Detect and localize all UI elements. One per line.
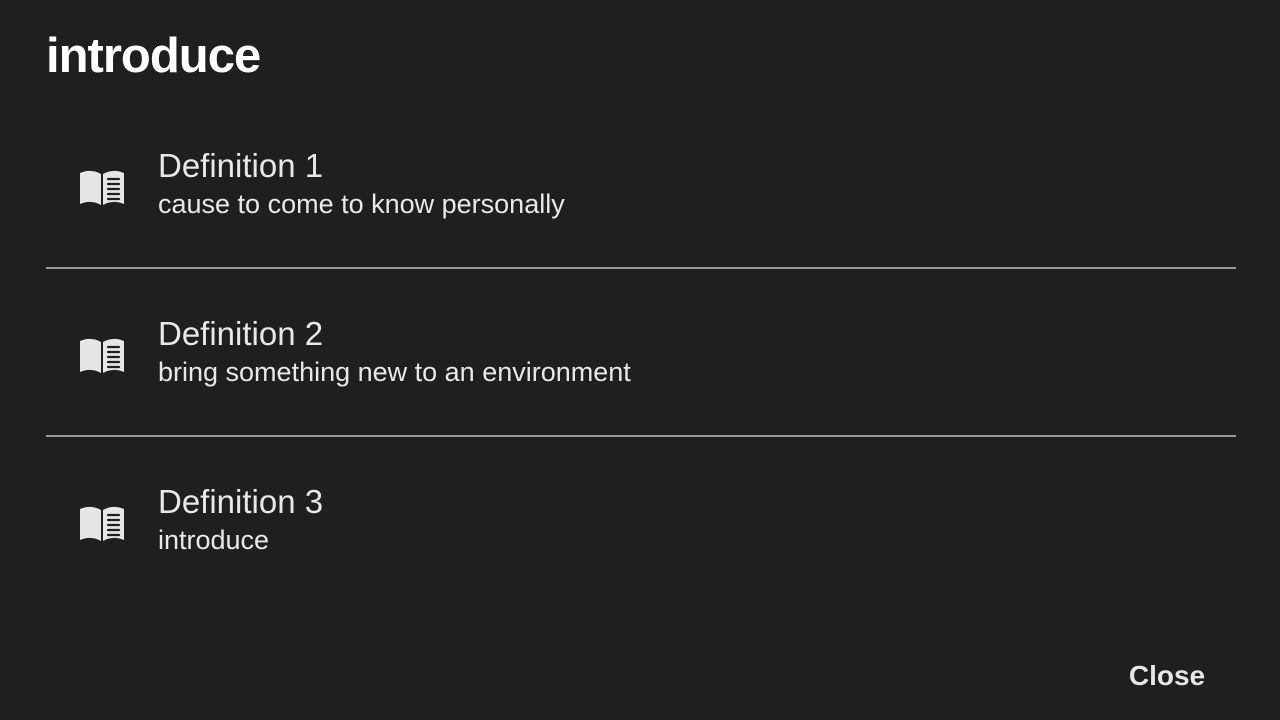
- word-title: introduce: [46, 29, 261, 83]
- close-button[interactable]: Close: [1104, 648, 1230, 704]
- book-icon: [80, 338, 124, 373]
- definition-heading: Definition 1: [158, 147, 324, 184]
- definition-dialog: introduce Definition 1 cause to come to …: [0, 0, 1280, 720]
- definition-item-1[interactable]: Definition 1 cause to come to know perso…: [46, 101, 1236, 269]
- definition-list: Definition 1 cause to come to know perso…: [46, 101, 1236, 605]
- definition-item-2[interactable]: Definition 2 bring something new to an e…: [46, 269, 1236, 437]
- definition-body: bring something new to an environment: [158, 357, 631, 387]
- definition-body: cause to come to know personally: [158, 189, 565, 219]
- definition-heading: Definition 3: [158, 483, 324, 520]
- definition-body: introduce: [158, 525, 270, 555]
- definition-item-3[interactable]: Definition 3 introduce: [46, 437, 1236, 605]
- definition-text: Definition 1 cause to come to know perso…: [158, 146, 565, 221]
- definition-heading: Definition 2: [158, 315, 324, 352]
- definition-text: Definition 3 introduce: [158, 482, 323, 557]
- book-icon: [80, 170, 124, 205]
- definition-text: Definition 2 bring something new to an e…: [158, 314, 631, 389]
- book-icon: [80, 506, 124, 541]
